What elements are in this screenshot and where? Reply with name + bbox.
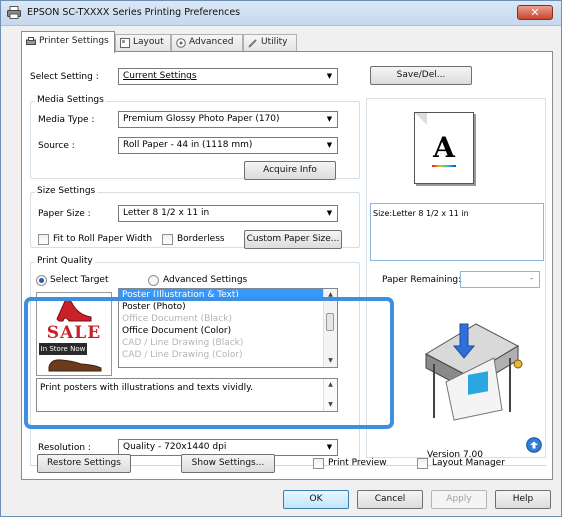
list-item[interactable]: Poster (Photo)	[119, 301, 337, 313]
chevron-down-icon: ▼	[326, 443, 333, 451]
printing-preferences-window: EPSON SC-TXXXX Series Printing Preferenc…	[0, 0, 562, 517]
print-preview-label: Print Preview	[328, 458, 387, 468]
custom-paper-size-button[interactable]: Custom Paper Size...	[244, 230, 342, 249]
cancel-button[interactable]: Cancel	[357, 490, 423, 509]
list-item: CAD / Line Drawing (Black)	[122, 338, 244, 348]
description-scrollbar[interactable]: ▲ ▼	[323, 379, 337, 411]
utility-icon	[248, 39, 257, 48]
fit-to-roll-checkbox[interactable]	[38, 234, 49, 245]
page-preview: A	[414, 112, 474, 184]
resolution-label: Resolution :	[38, 443, 91, 453]
printer-icon	[26, 37, 36, 45]
select-setting-label: Select Setting :	[30, 72, 99, 82]
sale-text: SALE	[46, 323, 102, 343]
size-info-text: Size:Letter 8 1/2 x 11 in	[373, 209, 469, 218]
in-store-now-text: In Store Now	[39, 343, 87, 355]
tab-advanced[interactable]: Advanced	[171, 34, 243, 51]
preview-letter: A	[433, 131, 455, 164]
select-setting-value: Current Settings	[123, 71, 197, 81]
print-quality-title: Print Quality	[35, 256, 95, 266]
tab-printer-settings[interactable]: Printer Settings	[21, 31, 115, 53]
paper-size-value: Letter 8 1/2 x 11 in	[123, 208, 210, 218]
select-target-radio[interactable]	[36, 275, 47, 286]
paper-remaining-label: Paper Remaining:	[382, 275, 462, 285]
print-preview-checkbox[interactable]	[313, 458, 324, 469]
acquire-info-button[interactable]: Acquire Info	[244, 161, 336, 180]
tab-label: Printer Settings	[39, 36, 109, 46]
save-del-button[interactable]: Save/Del...	[370, 66, 472, 85]
list-item: Office Document (Black)	[122, 314, 232, 324]
size-settings-title: Size Settings	[35, 186, 98, 196]
tab-layout[interactable]: Layout	[115, 34, 171, 51]
list-item: CAD / Line Drawing (Color)	[122, 350, 243, 360]
select-target-label: Select Target	[50, 275, 109, 285]
media-type-label: Media Type :	[38, 115, 95, 125]
scroll-down-icon[interactable]: ▼	[324, 399, 337, 411]
paper-size-label: Paper Size :	[38, 209, 91, 219]
shoe-icon	[48, 359, 102, 372]
select-setting-dropdown[interactable]: Current Settings ▼	[118, 68, 338, 85]
restore-settings-button[interactable]: Restore Settings	[37, 454, 131, 473]
media-settings-title: Media Settings	[35, 95, 106, 105]
layout-manager-checkbox[interactable]	[417, 458, 428, 469]
resolution-value: Quality - 720x1440 dpi	[123, 442, 227, 452]
tab-utility[interactable]: Utility	[243, 34, 297, 51]
advanced-settings-label: Advanced Settings	[163, 275, 248, 285]
chevron-down-icon: ▼	[326, 209, 333, 217]
media-type-dropdown[interactable]: Premium Glossy Photo Paper (170) ▼	[118, 111, 338, 128]
list-item[interactable]: Office Document (Color)	[119, 325, 337, 337]
paper-remaining-field[interactable]: -	[460, 271, 540, 288]
fit-to-roll-label: Fit to Roll Paper Width	[53, 234, 153, 244]
close-button[interactable]: ✕	[517, 5, 553, 20]
media-type-value: Premium Glossy Photo Paper (170)	[123, 114, 280, 124]
scroll-down-icon[interactable]: ▼	[324, 355, 337, 367]
advanced-icon	[176, 38, 186, 48]
list-item[interactable]: Poster (Illustration & Text)	[119, 289, 337, 301]
printer-settings-panel: Select Setting : Current Settings ▼ Save…	[21, 51, 553, 480]
update-globe-icon[interactable]	[526, 437, 542, 453]
close-icon: ✕	[530, 6, 540, 19]
tab-label: Utility	[261, 37, 288, 47]
paper-size-dropdown[interactable]: Letter 8 1/2 x 11 in ▼	[118, 205, 338, 222]
target-description-box: Print posters with illustrations and tex…	[36, 378, 338, 412]
color-bar	[432, 165, 456, 167]
target-preview-image: SALE In Store Now	[36, 292, 112, 376]
high-heel-icon	[56, 299, 92, 322]
advanced-settings-radio[interactable]	[148, 275, 159, 286]
printer-illustration	[424, 323, 523, 421]
show-settings-button[interactable]: Show Settings...	[181, 454, 275, 473]
chevron-down-icon: -	[530, 275, 533, 283]
scroll-up-icon[interactable]: ▲	[324, 379, 337, 391]
borderless-checkbox[interactable]	[162, 234, 173, 245]
ok-button[interactable]: OK	[283, 490, 349, 509]
scroll-up-icon[interactable]: ▲	[324, 289, 337, 301]
target-listbox[interactable]: Poster (Illustration & Text) Poster (Pho…	[118, 288, 338, 368]
title-bar: EPSON SC-TXXXX Series Printing Preferenc…	[1, 1, 561, 26]
source-dropdown[interactable]: Roll Paper - 44 in (1118 mm) ▼	[118, 137, 338, 154]
layout-icon	[120, 38, 130, 48]
chevron-down-icon: ▼	[326, 72, 333, 80]
borderless-label: Borderless	[177, 234, 225, 244]
chevron-down-icon: ▼	[326, 115, 333, 123]
tab-label: Advanced	[189, 37, 234, 47]
target-description: Print posters with illustrations and tex…	[40, 383, 254, 393]
source-value: Roll Paper - 44 in (1118 mm)	[123, 140, 253, 150]
apply-button: Apply	[431, 490, 487, 509]
target-list-scrollbar[interactable]: ▲ ▼	[323, 289, 337, 367]
chevron-down-icon: ▼	[326, 141, 333, 149]
layout-manager-label: Layout Manager	[432, 458, 505, 468]
window-title: EPSON SC-TXXXX Series Printing Preferenc…	[27, 7, 241, 18]
printer-icon	[7, 6, 21, 19]
source-label: Source :	[38, 141, 75, 151]
scroll-thumb[interactable]	[326, 313, 334, 331]
size-info-box: Size:Letter 8 1/2 x 11 in	[370, 203, 544, 261]
tab-label: Layout	[133, 37, 164, 47]
help-button[interactable]: Help	[495, 490, 551, 509]
